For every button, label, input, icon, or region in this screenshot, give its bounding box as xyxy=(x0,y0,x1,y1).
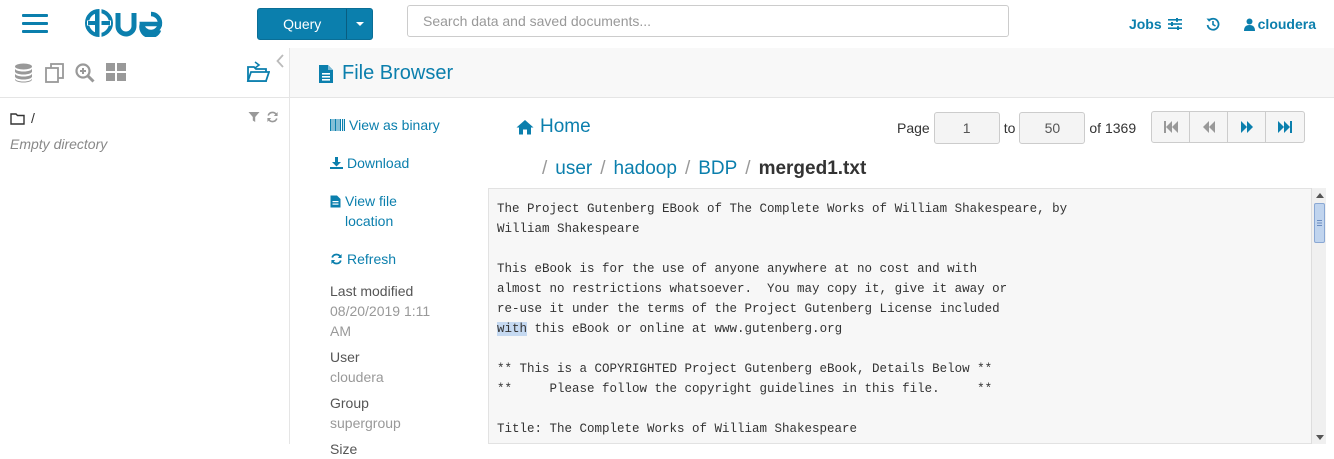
jobs-button[interactable]: Jobs xyxy=(1129,16,1182,32)
content-line: almost no restrictions whatsoever. You m… xyxy=(497,282,1008,296)
file-actions-sidebar: View as binary Download View file locati… xyxy=(330,115,470,459)
assist-path[interactable]: / xyxy=(10,110,35,126)
previous-page-button[interactable] xyxy=(1190,112,1228,142)
query-button[interactable]: Query xyxy=(257,8,373,40)
jobs-label: Jobs xyxy=(1128,16,1162,32)
file-content[interactable]: The Project Gutenberg EBook of The Compl… xyxy=(489,189,1326,439)
sliders-icon xyxy=(1167,18,1182,30)
file-icon xyxy=(330,195,341,208)
page-of-total: of 1369 xyxy=(1089,120,1137,136)
refresh-icon[interactable] xyxy=(266,111,279,123)
breadcrumb-hadoop[interactable]: hadoop xyxy=(614,158,677,180)
user-icon xyxy=(1243,18,1255,31)
pager-buttons xyxy=(1151,111,1305,143)
content-line: ** This is a COPYRIGHTED Project Gutenbe… xyxy=(497,362,993,376)
content-line: ** Please follow the copyright guideline… xyxy=(497,382,993,396)
last-modified-value: 08/20/2019 1:11 AM xyxy=(330,303,431,339)
history-icon xyxy=(1206,17,1220,31)
grid-icon[interactable] xyxy=(106,63,126,81)
first-page-icon xyxy=(1163,121,1178,133)
download-label: Download xyxy=(347,155,410,171)
page-label: Page xyxy=(897,120,930,136)
assist-path-text: / xyxy=(31,110,35,126)
breadcrumb-separator: / xyxy=(684,158,691,179)
scrollbar-thumb[interactable] xyxy=(1314,203,1325,243)
pager: Page to of 1369 xyxy=(897,112,1136,144)
file-text-icon xyxy=(319,64,333,83)
assist-toolbar xyxy=(0,48,289,98)
database-icon[interactable] xyxy=(14,63,33,83)
refresh-link[interactable]: Refresh xyxy=(330,249,470,269)
view-as-binary-label: View as binary xyxy=(349,117,440,133)
refresh-label: Refresh xyxy=(347,251,397,267)
content-line: re-use it under the terms of the Project… xyxy=(497,302,1000,316)
filter-icon[interactable] xyxy=(248,111,260,123)
next-page-button[interactable] xyxy=(1228,112,1266,142)
page-title-text: File Browser xyxy=(342,62,454,84)
user-menu[interactable]: cloudera xyxy=(1243,16,1316,32)
global-search-input[interactable] xyxy=(407,5,1009,37)
backward-icon xyxy=(1202,121,1215,133)
home-link[interactable]: Home xyxy=(516,116,591,138)
collapse-chevron-icon[interactable] xyxy=(276,54,284,68)
page-to-input[interactable] xyxy=(1019,112,1086,144)
file-browser-header: File Browser xyxy=(290,48,1334,98)
content-line: William Shakespeare xyxy=(497,222,640,236)
breadcrumb-user[interactable]: user xyxy=(555,158,592,180)
download-icon xyxy=(330,157,343,169)
history-button[interactable] xyxy=(1206,17,1220,31)
group-value: supergroup xyxy=(330,415,401,431)
forward-icon xyxy=(1240,121,1253,133)
breadcrumb-current-file: merged1.txt xyxy=(758,158,867,179)
breadcrumb: / user / hadoop / BDP / merged1.txt xyxy=(542,158,866,180)
file-content-viewer[interactable]: The Project Gutenberg EBook of The Compl… xyxy=(488,188,1326,444)
hue-logo[interactable] xyxy=(82,9,180,37)
hamburger-menu-icon[interactable] xyxy=(22,12,48,34)
page-title: File Browser xyxy=(318,62,453,85)
content-line: The Project Gutenberg EBook of The Compl… xyxy=(497,202,1068,216)
content-line: This eBook is for the use of anyone anyw… xyxy=(497,262,978,276)
home-label: Home xyxy=(540,116,591,137)
folder-open-icon[interactable] xyxy=(246,61,270,83)
viewer-scrollbar[interactable] xyxy=(1311,188,1326,444)
group-label: Group xyxy=(330,395,369,411)
folder-icon xyxy=(10,112,25,125)
documents-icon[interactable] xyxy=(45,63,65,83)
scroll-down-icon[interactable] xyxy=(1312,430,1327,444)
top-right-menu: Jobs cloudera xyxy=(1129,16,1316,32)
download-link[interactable]: Download xyxy=(330,153,470,173)
selected-text: with xyxy=(497,322,528,336)
view-as-binary-link[interactable]: View as binary xyxy=(330,115,470,135)
page-to-label: to xyxy=(1003,120,1016,136)
view-file-location-label: View file location xyxy=(345,193,397,229)
breadcrumb-separator: / xyxy=(745,158,751,179)
breadcrumb-root-separator[interactable]: / xyxy=(542,158,547,180)
top-navigation-bar: Query Jobs cloudera xyxy=(0,0,1334,48)
barcode-icon xyxy=(330,119,345,131)
view-file-location-link[interactable]: View file location xyxy=(330,191,470,231)
content-line: this eBook or online at www.gutenberg.or… xyxy=(527,322,843,336)
home-icon xyxy=(516,120,534,135)
first-page-button[interactable] xyxy=(1152,112,1190,142)
scroll-up-icon[interactable] xyxy=(1312,188,1327,202)
user-value: cloudera xyxy=(330,369,384,385)
user-name: cloudera xyxy=(1257,16,1316,32)
breadcrumb-separator: / xyxy=(600,158,606,179)
breadcrumb-bdp[interactable]: BDP xyxy=(698,158,737,180)
refresh-icon xyxy=(331,253,342,265)
last-page-button[interactable] xyxy=(1266,112,1304,142)
caret-down-icon[interactable] xyxy=(346,9,372,39)
assist-tree-actions xyxy=(248,111,279,123)
search-icon[interactable] xyxy=(75,63,95,83)
page-from-input[interactable] xyxy=(933,112,1000,144)
last-page-icon xyxy=(1278,121,1292,133)
content-line: Title: The Complete Works of William Sha… xyxy=(497,422,858,436)
empty-directory-text: Empty directory xyxy=(10,136,108,152)
query-button-label: Query xyxy=(283,16,322,32)
size-label: Size xyxy=(330,441,358,457)
user-label: User xyxy=(330,349,360,365)
left-assist-panel: / Empty directory xyxy=(0,48,290,444)
last-modified-label: Last modified xyxy=(330,283,414,299)
